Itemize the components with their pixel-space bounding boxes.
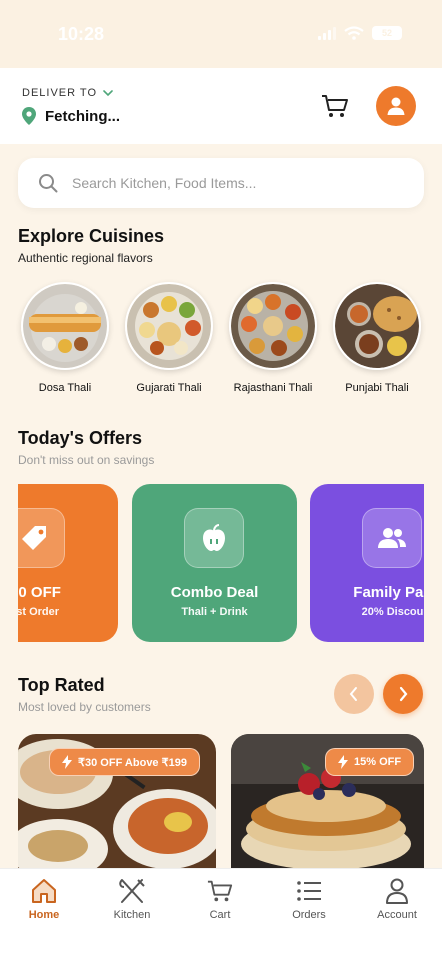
deliver-to-selector[interactable]: DELIVER TO: [22, 87, 113, 99]
offer-title: 50 OFF: [18, 584, 61, 601]
tab-orders[interactable]: Orders: [274, 877, 344, 921]
battery-icon: 52: [372, 26, 402, 40]
cuisine-item-rajasthani-thali[interactable]: Rajasthani Thali: [229, 282, 317, 394]
offer-subtitle: 20% Discou: [361, 606, 424, 618]
cuisine-label: Rajasthani Thali: [233, 382, 313, 394]
top-rated-card[interactable]: ₹30 OFF Above ₹199: [18, 734, 216, 870]
profile-avatar-button[interactable]: [376, 86, 416, 126]
offer-icon-box: [362, 508, 422, 568]
cuisines-title: Explore Cuisines: [18, 226, 165, 246]
status-time: 10:28: [58, 24, 105, 44]
users-icon: [378, 528, 406, 548]
offer-subtitle: Thali + Drink: [181, 606, 248, 618]
bolt-icon: [338, 755, 348, 769]
offer-subtitle: rst Order: [18, 606, 60, 618]
tab-label: Home: [28, 909, 60, 921]
cart-icon: [322, 95, 348, 117]
top-rated-card[interactable]: 15% OFF: [231, 734, 424, 870]
cart-button[interactable]: [320, 92, 350, 120]
offer-title: Family Pac: [353, 584, 424, 601]
tab-cart[interactable]: Cart: [185, 877, 255, 921]
tab-kitchen[interactable]: Kitchen: [97, 877, 167, 921]
cuisine-label: Dosa Thali: [38, 382, 92, 394]
offers-subtitle: Don't miss out on savings: [18, 453, 155, 467]
signal-icon: [318, 26, 336, 40]
discount-badge: ₹30 OFF Above ₹199: [49, 748, 200, 776]
utensils-icon: [119, 879, 145, 903]
header: DELIVER TO Fetching...: [0, 68, 442, 144]
tag-icon: [22, 526, 46, 550]
offers-carousel[interactable]: 50 OFF rst Order Combo Deal Thali + Drin…: [18, 484, 424, 642]
carousel-prev-button[interactable]: [334, 674, 374, 714]
user-icon: [387, 97, 405, 115]
cuisine-item-gujarati-thali[interactable]: Gujarati Thali: [125, 282, 213, 394]
list-icon: [297, 881, 321, 901]
tab-label: Account: [377, 909, 417, 921]
cuisines-subtitle: Authentic regional flavors: [18, 251, 153, 265]
cuisine-item-punjabi-thali[interactable]: Punjabi Thali: [333, 282, 421, 394]
apple-icon: [203, 524, 225, 551]
search-icon: [39, 174, 58, 193]
status-icons: 52: [318, 26, 402, 40]
wifi-icon: [344, 26, 364, 40]
rajasthani-thali-image: [229, 282, 317, 370]
location-text: Fetching...: [45, 107, 120, 125]
gujarati-thali-image: [125, 282, 213, 370]
tab-label: Orders: [292, 909, 326, 921]
offer-icon-box: [184, 508, 244, 568]
carousel-next-button[interactable]: [383, 674, 423, 714]
search-bar[interactable]: [18, 158, 424, 208]
chevron-right-icon: [399, 686, 408, 702]
cuisine-label: Gujarati Thali: [136, 382, 202, 394]
deliver-to-label: DELIVER TO: [22, 87, 98, 99]
chevron-left-icon: [349, 687, 357, 701]
discount-badge: 15% OFF: [325, 748, 415, 776]
discount-badge-text: ₹30 OFF Above ₹199: [78, 756, 187, 769]
dosa-thali-image: [21, 282, 109, 370]
home-icon: [32, 879, 56, 903]
bolt-icon: [62, 755, 72, 769]
cuisine-label: Punjabi Thali: [345, 382, 409, 394]
cuisine-item-dosa-thali[interactable]: Dosa Thali: [21, 282, 109, 394]
offer-title: Combo Deal: [170, 584, 259, 601]
tab-account[interactable]: Account: [362, 877, 432, 921]
cart-icon: [207, 880, 233, 902]
top-rated-subtitle: Most loved by customers: [18, 700, 151, 714]
top-rated-title: Top Rated: [18, 675, 105, 695]
tab-home[interactable]: Home: [9, 877, 79, 921]
bottom-tab-bar: Home Kitchen Cart Orders Account: [0, 868, 442, 960]
offers-title: Today's Offers: [18, 428, 142, 448]
tab-label: Kitchen: [113, 909, 151, 921]
user-icon: [386, 878, 408, 904]
discount-badge-text: 15% OFF: [354, 756, 402, 768]
chevron-down-icon: [103, 90, 113, 97]
status-bar: 10:28 52: [0, 0, 442, 68]
tab-label: Cart: [209, 909, 231, 921]
search-input[interactable]: [72, 175, 392, 191]
offer-card[interactable]: Combo Deal Thali + Drink: [132, 484, 297, 642]
punjabi-thali-image: [333, 282, 421, 370]
offer-card[interactable]: Family Pac 20% Discou: [310, 484, 424, 642]
offer-icon-box: [18, 508, 65, 568]
offer-card[interactable]: 50 OFF rst Order: [18, 484, 118, 642]
location-row[interactable]: Fetching...: [22, 107, 120, 125]
location-pin-icon: [22, 107, 36, 125]
